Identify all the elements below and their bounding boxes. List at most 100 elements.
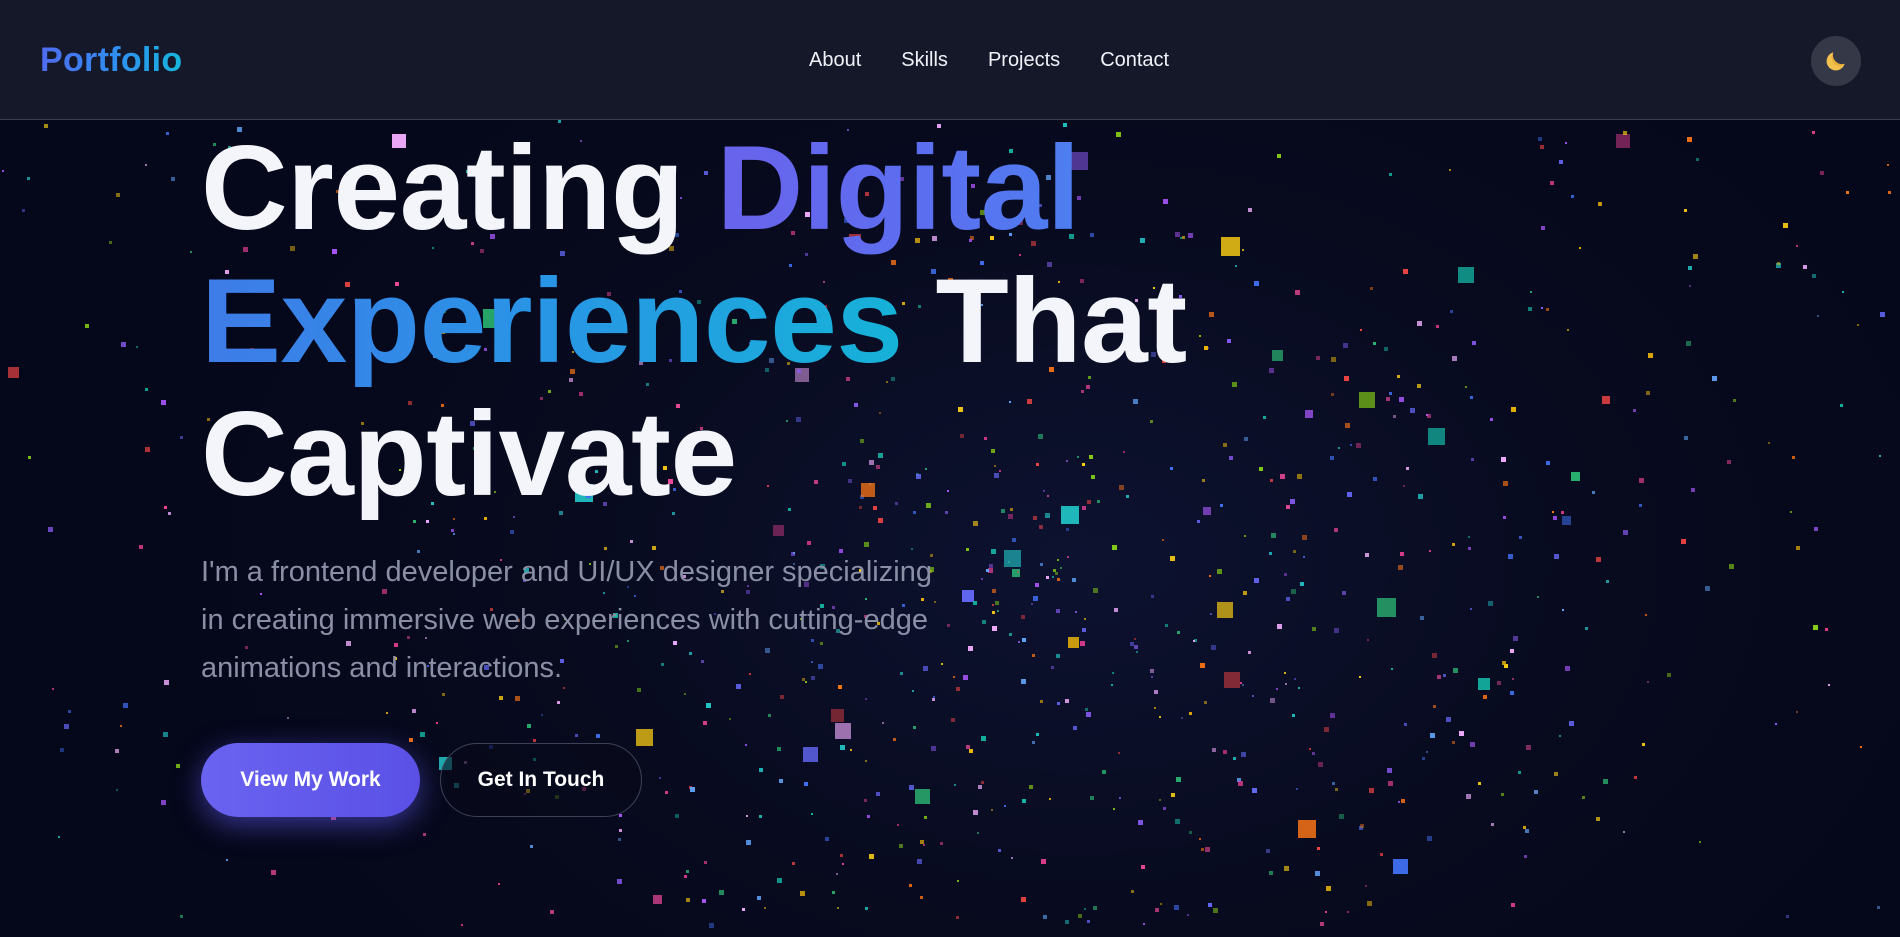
particle — [1582, 796, 1585, 799]
particle — [915, 789, 930, 804]
particle — [1075, 611, 1077, 613]
particle — [1472, 341, 1476, 345]
particle — [1165, 624, 1168, 627]
particle — [1303, 556, 1305, 558]
particle — [1403, 269, 1408, 274]
particle — [1046, 576, 1049, 579]
particle — [1471, 458, 1474, 461]
particle — [1052, 576, 1054, 578]
particle — [1073, 726, 1077, 730]
particle — [1297, 474, 1302, 479]
particle — [659, 777, 661, 779]
nav-link-about[interactable]: About — [809, 46, 861, 74]
nav-link-contact[interactable]: Contact — [1100, 46, 1169, 74]
particle — [1093, 588, 1098, 593]
particle — [453, 533, 455, 535]
particle — [1242, 249, 1244, 251]
particle — [1317, 847, 1320, 850]
particle — [1285, 683, 1287, 685]
particle — [145, 164, 147, 166]
particle — [1888, 191, 1891, 194]
particle — [867, 815, 870, 818]
particle — [1269, 368, 1274, 373]
particle — [1154, 690, 1158, 694]
logo[interactable]: Portfolio — [40, 38, 182, 82]
particle — [1112, 545, 1117, 550]
particle — [1022, 638, 1026, 642]
particle — [1360, 824, 1364, 828]
particle — [1403, 485, 1405, 487]
particle — [1842, 291, 1844, 293]
particle — [1154, 707, 1156, 709]
particle — [1681, 539, 1686, 544]
particle — [909, 884, 912, 887]
particle — [986, 569, 989, 572]
particle — [1553, 516, 1557, 520]
particle — [27, 177, 30, 180]
particle — [1269, 552, 1272, 555]
particle — [1373, 342, 1376, 345]
particle — [1393, 415, 1396, 418]
particle — [1389, 392, 1392, 395]
particle — [1017, 571, 1019, 573]
particle — [1193, 640, 1195, 642]
view-my-work-button[interactable]: View My Work — [201, 743, 420, 817]
particle — [1209, 575, 1211, 577]
particle — [1523, 826, 1526, 829]
particle — [963, 675, 968, 680]
particle — [684, 875, 687, 878]
particle — [1159, 716, 1161, 718]
particle — [1503, 481, 1508, 486]
particle — [1436, 325, 1439, 328]
particle — [1211, 645, 1216, 650]
particle — [1418, 494, 1423, 499]
particle — [1426, 414, 1428, 416]
particle — [1365, 885, 1367, 887]
particle — [1270, 479, 1273, 482]
particle — [746, 815, 748, 817]
title-word-experiences: Experiences — [201, 254, 903, 388]
title-word-that: That — [935, 254, 1187, 388]
particle — [1602, 396, 1610, 404]
particle — [850, 749, 852, 751]
particle — [653, 895, 662, 904]
particle — [932, 698, 935, 701]
particle — [1031, 603, 1033, 605]
particle — [1021, 897, 1026, 902]
particle — [675, 814, 679, 818]
particle — [451, 529, 454, 532]
nav-link-projects[interactable]: Projects — [988, 46, 1060, 74]
particle — [1277, 624, 1282, 629]
particle — [997, 610, 999, 612]
particle — [1330, 713, 1335, 718]
particle — [287, 717, 289, 719]
particle — [897, 824, 899, 826]
particle — [913, 726, 916, 729]
particle — [1684, 436, 1688, 440]
nav-link-skills[interactable]: Skills — [901, 46, 948, 74]
particle — [1518, 771, 1521, 774]
theme-toggle-button[interactable] — [1811, 36, 1861, 86]
particle — [1606, 580, 1609, 583]
particle — [746, 840, 751, 845]
particle — [1596, 557, 1601, 562]
particle — [998, 849, 1001, 852]
particle — [1078, 914, 1082, 918]
particle — [1877, 906, 1880, 909]
particle — [1470, 608, 1472, 610]
particle — [1639, 478, 1644, 483]
particle — [1041, 859, 1046, 864]
particle — [1571, 472, 1580, 481]
get-in-touch-button[interactable]: Get In Touch — [440, 743, 642, 817]
particle — [745, 744, 747, 746]
particle — [145, 447, 150, 452]
particle — [1057, 559, 1059, 561]
particle — [1623, 831, 1625, 833]
particle — [1470, 396, 1473, 399]
particle — [1367, 901, 1372, 906]
particle — [1290, 499, 1295, 504]
particle — [1511, 407, 1516, 412]
particle — [807, 541, 811, 545]
particle — [1051, 666, 1054, 669]
particle — [1510, 649, 1514, 653]
